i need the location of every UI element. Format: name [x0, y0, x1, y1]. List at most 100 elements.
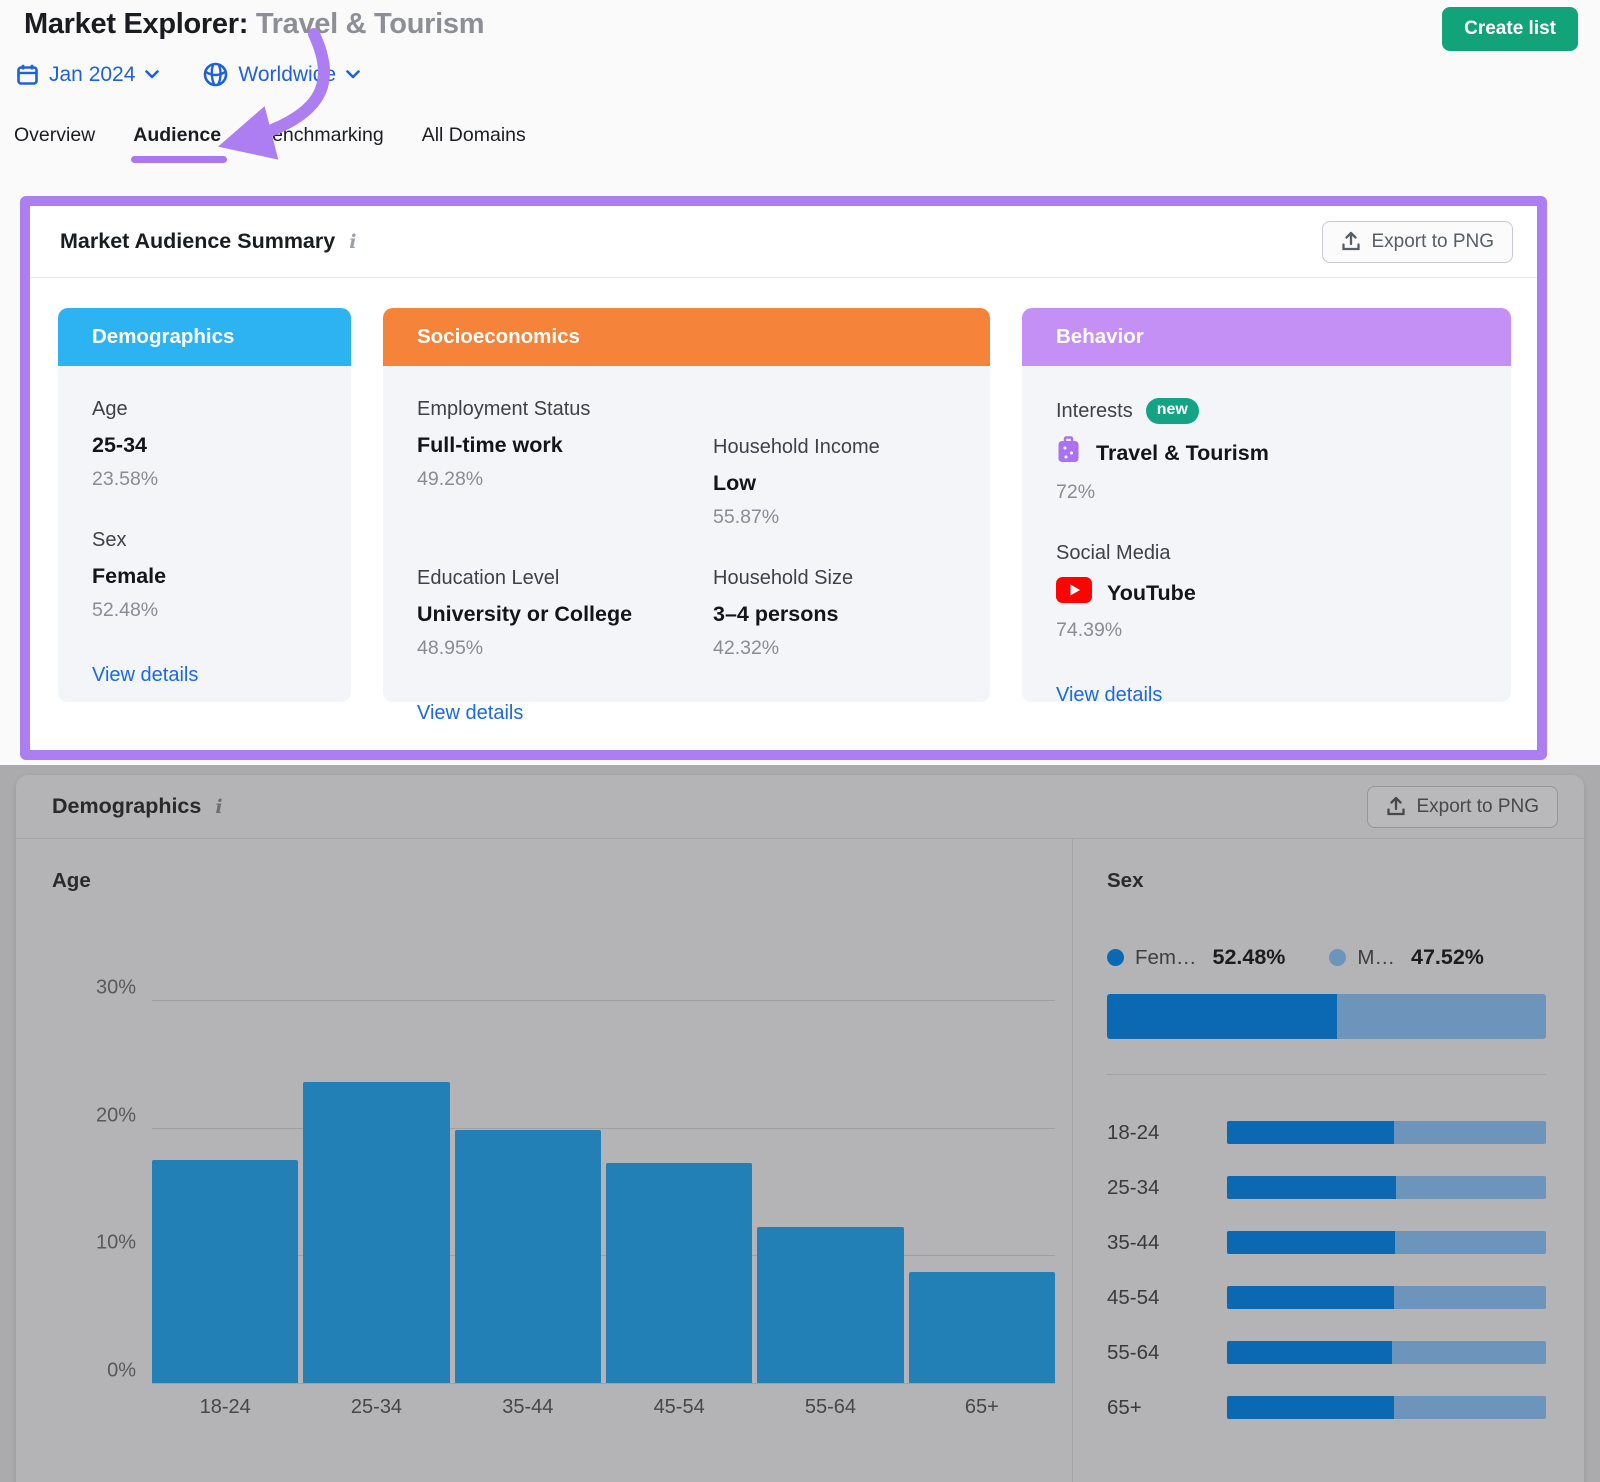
sex-row-label: 55-64: [1107, 1341, 1227, 1365]
demographics-panel-body: Age 30% 20% 10% 0%: [16, 839, 1584, 1482]
export-png-button[interactable]: Export to PNG: [1322, 221, 1514, 263]
age-chart-column: Age 30% 20% 10% 0%: [16, 839, 1073, 1482]
demographics-card-body: Age 25-34 23.58% Sex Female 52.48% View …: [58, 366, 351, 702]
sex-row-55-64: 55-64: [1107, 1325, 1546, 1380]
age-x-axis-labels: 18-24 25-34 35-44 45-54 55-64 65+: [152, 1396, 1055, 1419]
region-filter[interactable]: Worldwide: [203, 62, 360, 87]
sex-row-label: 18-24: [1107, 1121, 1227, 1145]
female-segment[interactable]: [1227, 1341, 1392, 1364]
female-segment[interactable]: [1227, 1286, 1394, 1309]
sex-row-bar[interactable]: [1227, 1286, 1546, 1309]
sex-row-25-34: 25-34: [1107, 1160, 1546, 1215]
sex-row-18-24: 18-24: [1107, 1105, 1546, 1160]
male-segment[interactable]: [1394, 1286, 1546, 1309]
interests-group: Interests new Travel & Tourism 72%: [1056, 398, 1481, 504]
demographics-panel-title: Demographics: [52, 794, 201, 819]
tab-audience[interactable]: Audience: [133, 124, 221, 163]
calendar-icon: [16, 63, 39, 86]
female-segment[interactable]: [1227, 1176, 1396, 1199]
gridline-30: [152, 1000, 1055, 1001]
bar-55-64[interactable]: [757, 1227, 903, 1383]
income-pct: 55.87%: [713, 506, 960, 529]
bar-25-34[interactable]: [303, 1082, 449, 1383]
sex-chart-column: Sex Fem… 52.48% M… 47.52% 18: [1073, 839, 1584, 1482]
y-tick-10: 10%: [52, 1232, 136, 1255]
view-details-link[interactable]: View details: [1056, 684, 1162, 707]
date-filter-label: Jan 2024: [49, 63, 135, 87]
upload-icon: [1386, 796, 1406, 817]
female-legend-label: Fem…: [1135, 946, 1197, 970]
interest-value-text: Travel & Tourism: [1096, 441, 1269, 466]
sex-total-bar[interactable]: [1107, 994, 1546, 1039]
social-media-value-text: YouTube: [1107, 581, 1196, 606]
upload-icon: [1341, 231, 1361, 252]
male-legend-value: 47.52%: [1411, 945, 1484, 970]
demographics-card: Demographics Age 25-34 23.58% Sex Female…: [58, 308, 351, 702]
male-legend-label: M…: [1357, 946, 1395, 970]
sex-group: Sex Female 52.48%: [92, 529, 321, 622]
bar-35-44[interactable]: [455, 1130, 601, 1383]
sex-row-bar[interactable]: [1227, 1341, 1546, 1364]
socioeconomics-card: Socioeconomics Employment Status Full-ti…: [383, 308, 990, 702]
education-value: University or College: [417, 602, 713, 627]
summary-cards: Demographics Age 25-34 23.58% Sex Female…: [30, 278, 1537, 702]
socioeconomics-grid: Employment Status Full-time work 49.28% …: [417, 398, 960, 660]
export-png-button[interactable]: Export to PNG: [1367, 786, 1559, 828]
x-label-25-34: 25-34: [303, 1396, 449, 1419]
info-icon[interactable]: i: [215, 796, 222, 818]
female-segment[interactable]: [1227, 1231, 1395, 1254]
male-segment[interactable]: [1394, 1121, 1546, 1144]
female-segment[interactable]: [1227, 1396, 1394, 1419]
age-value: 25-34: [92, 433, 321, 458]
sex-row-label: 65+: [1107, 1396, 1227, 1420]
demographics-panel-header: Demographics i Export to PNG: [16, 775, 1584, 839]
education-group: Education Level University or College 48…: [417, 567, 713, 660]
age-bars: [152, 1082, 1055, 1383]
interest-pct: 72%: [1056, 481, 1481, 504]
household-size-group: Household Size 3–4 persons 42.32%: [713, 567, 960, 660]
export-png-label: Export to PNG: [1417, 796, 1540, 818]
bar-45-54[interactable]: [606, 1163, 752, 1383]
income-value: Low: [713, 471, 960, 496]
view-details-link[interactable]: View details: [92, 664, 198, 687]
page-title-prefix: Market Explorer:: [24, 8, 248, 40]
male-segment[interactable]: [1396, 1176, 1546, 1199]
bar-18-24[interactable]: [152, 1160, 298, 1383]
sex-pct: 52.48%: [92, 599, 321, 622]
male-segment[interactable]: [1394, 1396, 1546, 1419]
date-filter[interactable]: Jan 2024: [16, 63, 159, 87]
male-segment[interactable]: [1392, 1341, 1546, 1364]
sex-row-35-44: 35-44: [1107, 1215, 1546, 1270]
view-details-link[interactable]: View details: [417, 702, 523, 725]
behavior-card-body: Interests new Travel & Tourism 72% Socia…: [1022, 366, 1511, 702]
male-segment[interactable]: [1337, 994, 1546, 1039]
social-media-pct: 74.39%: [1056, 619, 1481, 642]
income-group: Household Income Low 55.87%: [713, 436, 960, 529]
tab-overview[interactable]: Overview: [14, 124, 95, 163]
create-list-button[interactable]: Create list: [1442, 7, 1578, 51]
sex-legend: Fem… 52.48% M… 47.52%: [1107, 945, 1546, 970]
sex-row-45-54: 45-54: [1107, 1270, 1546, 1325]
x-label-55-64: 55-64: [757, 1396, 903, 1419]
sex-row-bar[interactable]: [1227, 1121, 1546, 1144]
globe-icon: [203, 62, 228, 87]
sex-row-bar[interactable]: [1227, 1176, 1546, 1199]
household-size-pct: 42.32%: [713, 637, 960, 660]
info-icon[interactable]: i: [349, 231, 356, 253]
male-segment[interactable]: [1395, 1231, 1546, 1254]
x-label-65plus: 65+: [909, 1396, 1055, 1419]
sex-row-label: 45-54: [1107, 1286, 1227, 1310]
y-tick-20: 20%: [52, 1105, 136, 1128]
female-segment[interactable]: [1227, 1121, 1394, 1144]
youtube-icon: [1056, 577, 1092, 609]
female-segment[interactable]: [1107, 994, 1337, 1039]
tab-all-domains[interactable]: All Domains: [422, 124, 526, 163]
social-media-label: Social Media: [1056, 542, 1481, 565]
bar-65plus[interactable]: [909, 1272, 1055, 1383]
employment-label: Employment Status: [417, 398, 713, 421]
tab-benchmarking[interactable]: Benchmarking: [259, 124, 384, 163]
sex-row-bar[interactable]: [1227, 1396, 1546, 1419]
sex-row-bar[interactable]: [1227, 1231, 1546, 1254]
demographics-card-header: Demographics: [58, 308, 351, 366]
employment-value: Full-time work: [417, 433, 713, 458]
